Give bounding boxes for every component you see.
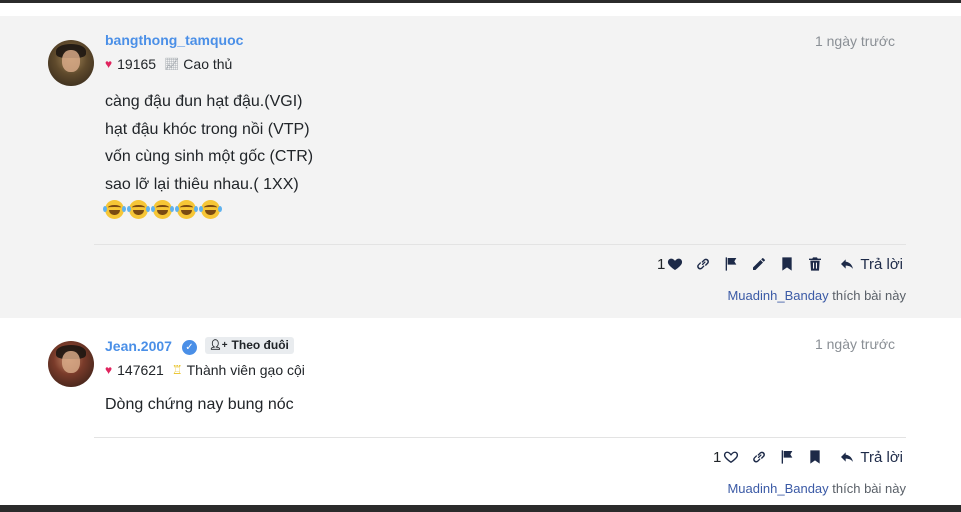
delete-button[interactable]	[807, 256, 823, 272]
content-line: sao lỡ lại thiêu nhau.( 1XX)	[105, 175, 299, 193]
likes-suffix: thích bài này	[828, 481, 906, 496]
link-icon	[697, 258, 710, 270]
reply-icon	[841, 452, 854, 462]
user-rank: Thành viên gạo cội	[186, 362, 305, 378]
trending-chart-icon: 📈︎	[164, 57, 180, 71]
joy-emoji	[127, 200, 150, 219]
comment-post: Jean.2007 ✓ 👤︎+ Theo đuôi ♥ 147621 ♖ Thà…	[0, 318, 961, 505]
report-button[interactable]	[779, 449, 795, 465]
joy-emoji	[103, 200, 126, 219]
user-points: 147621	[117, 362, 164, 378]
heart-icon: ♥	[105, 57, 113, 71]
divider	[94, 244, 906, 245]
user-meta: ♥ 147621 ♖ Thành viên gạo cội	[105, 362, 305, 378]
like-count: 1	[713, 448, 722, 466]
reply-label: Trả lời	[860, 448, 903, 466]
post-time[interactable]: 1 ngày trước	[815, 336, 895, 352]
bookmark-button[interactable]	[807, 449, 823, 465]
link-button[interactable]	[695, 256, 711, 272]
reply-button[interactable]: Trả lời	[839, 256, 903, 273]
likes-summary: Muadinh_Banday thích bài này	[727, 481, 906, 496]
joy-emoji	[175, 200, 198, 219]
edit-button[interactable]	[751, 256, 767, 272]
award-icon: ♖	[171, 363, 183, 377]
content-line: vốn cùng sinh một gốc (CTR)	[105, 148, 314, 165]
like-button[interactable]: 1	[657, 256, 683, 273]
heart-icon: ♥	[105, 363, 113, 377]
post-content: Dòng chứng nay bung nóc	[105, 391, 294, 419]
bookmark-icon	[782, 257, 793, 271]
bottom-border	[0, 505, 961, 512]
reply-button[interactable]: Trả lời	[839, 449, 903, 466]
like-count: 1	[657, 255, 666, 273]
report-button[interactable]	[723, 256, 739, 272]
like-button[interactable]: 1	[713, 449, 739, 466]
content-line: càng đậu đun hạt đậu.(VGI)	[105, 93, 303, 110]
content-line: Dòng chứng nay bung nóc	[105, 396, 294, 413]
likes-suffix: thích bài này	[828, 288, 906, 303]
reply-label: Trả lời	[860, 255, 903, 273]
comment-post: bangthong_tamquoc ♥ 19165 📈︎ Cao thủ 1 n…	[0, 16, 961, 318]
joy-emoji	[151, 200, 174, 219]
verified-badge-icon: ✓	[182, 340, 197, 355]
post-time[interactable]: 1 ngày trước	[815, 33, 895, 49]
emoji-row	[103, 200, 313, 219]
username-link[interactable]: Jean.2007	[105, 338, 172, 354]
pencil-icon	[753, 258, 766, 270]
user-points: 19165	[117, 56, 157, 72]
follow-button[interactable]: 👤︎+ Theo đuôi	[205, 337, 294, 354]
likes-summary: Muadinh_Banday thích bài này	[727, 288, 906, 303]
liker-link[interactable]: Muadinh_Banday	[727, 288, 828, 303]
content-line: hạt đậu khóc trong nồi (VTP)	[105, 120, 310, 138]
heart-outline-icon	[724, 451, 739, 463]
user-rank: Cao thủ	[183, 56, 233, 72]
top-border	[0, 0, 961, 3]
post-content: càng đậu đun hạt đậu.(VGI) hạt đậu khóc …	[103, 88, 314, 219]
heart-filled-icon	[668, 258, 683, 270]
username-link[interactable]: bangthong_tamquoc	[105, 32, 243, 48]
user-plus-icon: 👤︎+	[209, 340, 228, 351]
link-button[interactable]	[751, 449, 767, 465]
avatar[interactable]	[48, 40, 94, 86]
reply-icon	[841, 259, 854, 269]
trash-icon	[809, 257, 822, 271]
flag-icon	[726, 257, 737, 271]
joy-emoji	[199, 200, 222, 219]
link-icon	[753, 451, 766, 463]
liker-link[interactable]: Muadinh_Banday	[727, 481, 828, 496]
user-meta: ♥ 19165 📈︎ Cao thủ	[105, 56, 232, 72]
avatar[interactable]	[48, 341, 94, 387]
bookmark-icon	[810, 450, 821, 464]
bookmark-button[interactable]	[779, 256, 795, 272]
post-actions: 1 Trả lời	[713, 446, 903, 468]
follow-label: Theo đuôi	[231, 338, 289, 352]
divider	[94, 437, 906, 438]
post-actions: 1 Trả lời	[657, 253, 903, 275]
flag-icon	[782, 450, 793, 464]
